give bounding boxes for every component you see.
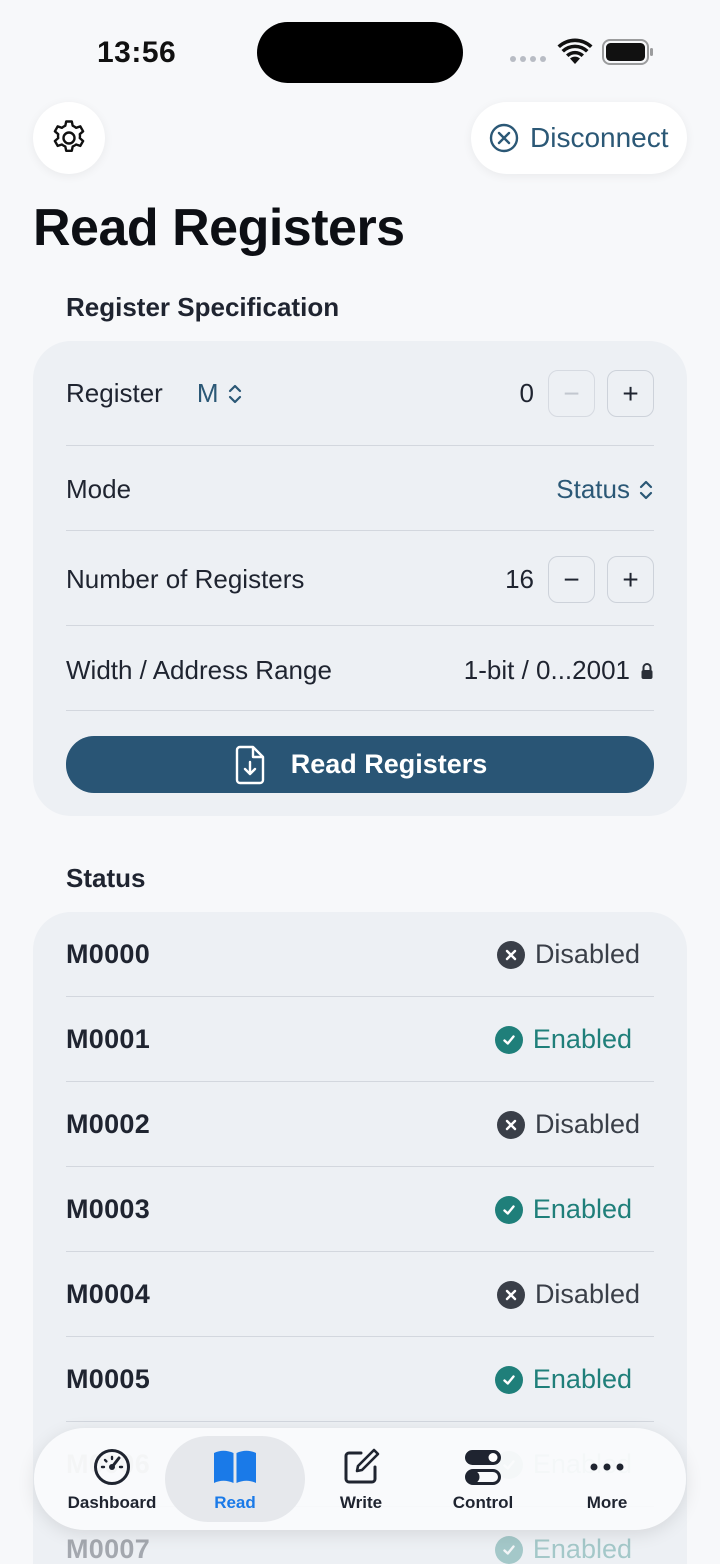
x-circle-icon <box>496 1110 525 1139</box>
register-state: Disabled <box>496 1279 654 1310</box>
settings-button[interactable] <box>33 102 105 174</box>
count-decrement-button[interactable]: − <box>548 556 595 603</box>
checkmark-circle-icon <box>494 1365 523 1394</box>
range-row: Width / Address Range 1-bit / 0...2001 <box>66 644 654 697</box>
divider <box>66 710 654 711</box>
section-title-register-spec: Register Specification <box>66 292 340 322</box>
register-state: Enabled <box>494 1194 654 1225</box>
ellipsis-icon <box>590 1463 624 1471</box>
register-name: M0000 <box>66 939 151 969</box>
wifi-icon <box>557 38 593 64</box>
tab-read[interactable]: Read <box>165 1436 305 1522</box>
register-state-label: Disabled <box>534 1109 640 1139</box>
dynamic-island <box>257 22 463 83</box>
status-bar: 13:56 <box>0 0 720 100</box>
read-registers-button-label: Read Registers <box>290 749 488 779</box>
count-row: Number of Registers 16 − + <box>66 555 654 604</box>
register-state-label: Disabled <box>534 939 640 969</box>
register-label: Register <box>66 378 163 408</box>
status-time: 13:56 <box>97 36 177 69</box>
register-status-row: M0005 Enabled <box>66 1337 654 1422</box>
page-title: Read Registers <box>33 199 405 257</box>
edit-icon <box>344 1448 380 1484</box>
register-status-row: M0003 Enabled <box>66 1167 654 1252</box>
register-status-row: M0002 Disabled <box>66 1082 654 1167</box>
close-circle-icon <box>489 123 519 153</box>
divider <box>66 530 654 531</box>
register-state: Disabled <box>496 1109 654 1140</box>
count-label: Number of Registers <box>66 564 305 594</box>
gauge-icon <box>94 1449 130 1485</box>
register-type-picker[interactable]: M <box>197 378 243 409</box>
register-state: Disabled <box>496 939 654 970</box>
mode-label: Mode <box>66 474 132 504</box>
gear-icon <box>53 120 85 152</box>
divider <box>66 445 654 446</box>
tab-label: Read <box>214 1493 256 1512</box>
range-label: Width / Address Range <box>66 655 332 685</box>
register-spec-card: Register M 0 − + Mode Status Number of R… <box>33 341 687 816</box>
register-state-label: Enabled <box>532 1534 632 1564</box>
register-name: M0003 <box>66 1194 151 1224</box>
register-start-value: 0 <box>519 378 534 408</box>
tab-label: More <box>586 1493 628 1512</box>
register-status-row: M0000 Disabled <box>66 912 654 997</box>
range-value: 1-bit / 0...2001 <box>463 655 630 685</box>
register-name: M0002 <box>66 1109 151 1139</box>
book-icon <box>214 1450 256 1483</box>
tab-bar: Dashboard Read Write Control More <box>34 1428 686 1530</box>
checkmark-circle-icon <box>494 1025 523 1054</box>
count-increment-button[interactable]: + <box>607 556 654 603</box>
toggles-icon <box>465 1450 501 1485</box>
battery-icon <box>602 39 653 65</box>
register-name: M0005 <box>66 1364 151 1394</box>
tab-control[interactable]: Control <box>413 1436 553 1522</box>
register-state: Enabled <box>494 1364 654 1395</box>
tab-label: Dashboard <box>67 1493 157 1512</box>
register-status-row: M0004 Disabled <box>66 1252 654 1337</box>
register-state: Enabled <box>494 1534 654 1564</box>
x-circle-icon <box>496 1280 525 1309</box>
lock-icon <box>641 662 653 679</box>
mode-picker[interactable]: Status <box>556 474 654 505</box>
register-status-row: M0001 Enabled <box>66 997 654 1082</box>
disconnect-button[interactable]: Disconnect <box>471 102 687 174</box>
register-state-label: Disabled <box>534 1279 640 1309</box>
tab-more[interactable]: More <box>537 1436 677 1522</box>
register-name: M0004 <box>66 1279 151 1309</box>
divider <box>66 625 654 626</box>
cellular-signal-icon <box>510 56 546 62</box>
read-registers-button[interactable]: Read Registers <box>66 736 654 793</box>
mode-row: Mode Status <box>66 463 654 516</box>
disconnect-label: Disconnect <box>530 122 669 153</box>
checkmark-circle-icon <box>494 1195 523 1224</box>
tab-label: Write <box>339 1493 383 1512</box>
register-row: Register M 0 − + <box>66 367 654 420</box>
tab-write[interactable]: Write <box>291 1436 431 1522</box>
register-state-label: Enabled <box>532 1364 632 1394</box>
x-circle-icon <box>496 940 525 969</box>
chevron-up-down-icon <box>228 384 241 403</box>
register-state: Enabled <box>494 1024 654 1055</box>
register-state-label: Enabled <box>532 1024 632 1054</box>
register-name: M0001 <box>66 1024 151 1054</box>
tab-dashboard[interactable]: Dashboard <box>42 1436 182 1522</box>
tab-label: Control <box>452 1493 514 1512</box>
document-download-icon <box>235 745 264 784</box>
register-type-value: M <box>196 378 219 408</box>
section-title-status: Status <box>66 863 146 893</box>
register-state-label: Enabled <box>532 1194 632 1224</box>
mode-value: Status <box>556 474 630 504</box>
register-name: M0007 <box>66 1534 151 1564</box>
register-increment-button[interactable]: + <box>607 370 654 417</box>
count-value: 16 <box>505 564 534 594</box>
chevron-up-down-icon <box>639 480 653 499</box>
checkmark-circle-icon <box>494 1535 523 1564</box>
register-decrement-button[interactable]: − <box>548 370 595 417</box>
